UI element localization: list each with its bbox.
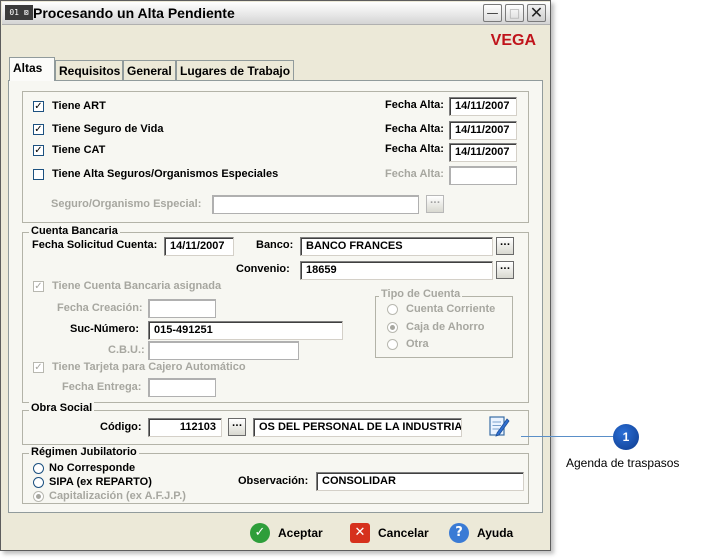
cancelar-button[interactable]: ✕ Cancelar (350, 523, 430, 545)
close-button[interactable]: ✕ (527, 4, 546, 22)
checkbox-tiene-art[interactable]: ✓ (33, 101, 44, 112)
input-fecha-alta-especiales[interactable] (449, 166, 517, 185)
convenio-browse-button[interactable]: ... (496, 261, 514, 279)
label-cuenta-asignada: Tiene Cuenta Bancaria asignada (52, 280, 222, 292)
screen: { "window": { "icon_label": "01 ⊠", "tit… (0, 0, 709, 559)
cancel-x-icon: ✕ (350, 523, 370, 543)
tab-lugares-de-trabajo[interactable]: Lugares de Trabajo (176, 60, 294, 80)
label-caja-ahorro: Caja de Ahorro (406, 321, 485, 333)
tab-altas[interactable]: Altas (9, 57, 55, 81)
cancelar-label: Cancelar (378, 526, 429, 540)
input-fecha-solicitud[interactable]: 14/11/2007 (164, 237, 234, 256)
input-seguro-organismo[interactable] (212, 195, 419, 214)
app-icon: 01 ⊠ (5, 5, 33, 20)
callout-leader-line (521, 436, 613, 437)
label-fecha-creacion: Fecha Creación: (57, 302, 143, 314)
checkbox-tarjeta-cajero[interactable]: ✓ (33, 362, 44, 373)
input-fecha-alta-art[interactable]: 14/11/2007 (449, 97, 517, 116)
tab-requisitos[interactable]: Requisitos (55, 60, 123, 80)
label-fecha-alta-cat: Fecha Alta: (385, 143, 444, 155)
input-convenio[interactable]: 18659 (300, 261, 493, 280)
label-otra: Otra (406, 338, 429, 350)
label-tarjeta-cajero: Tiene Tarjeta para Cajero Automático (52, 361, 246, 373)
notepad-edit-icon[interactable] (488, 414, 510, 438)
cuenta-bancaria-title: Cuenta Bancaria (29, 225, 120, 237)
input-banco[interactable]: BANCO FRANCES (300, 237, 493, 256)
label-tiene-seguro-vida: Tiene Seguro de Vida (52, 123, 164, 135)
window-title: Procesando un Alta Pendiente (33, 5, 235, 21)
ayuda-label: Ayuda (477, 526, 514, 540)
input-obra-social-nombre[interactable]: OS DEL PERSONAL DE LA INDUSTRIA (253, 418, 462, 437)
aceptar-button[interactable]: ✓ Aceptar (250, 523, 330, 545)
callout-caption: Agenda de traspasos (566, 456, 680, 470)
radio-sipa[interactable] (33, 477, 44, 488)
radio-cuenta-corriente[interactable] (387, 304, 398, 315)
label-observacion: Observación: (238, 475, 309, 487)
radio-capitalizacion[interactable] (33, 491, 44, 502)
radio-caja-ahorro[interactable] (387, 322, 398, 333)
title-bar: 01 ⊠ Procesando un Alta Pendiente — □ ✕ (2, 2, 550, 25)
label-fecha-solicitud: Fecha Solicitud Cuenta: (32, 239, 158, 251)
input-suc-numero[interactable]: 015-491251 (148, 321, 343, 340)
banco-browse-button[interactable]: ... (496, 237, 514, 255)
label-cuenta-corriente: Cuenta Corriente (406, 303, 496, 315)
label-fecha-entrega: Fecha Entrega: (62, 381, 142, 393)
obra-social-title: Obra Social (29, 402, 95, 414)
label-tiene-art: Tiene ART (52, 100, 106, 112)
codigo-browse-button[interactable]: ... (228, 418, 246, 436)
checkbox-tiene-alta-seguros-especiales[interactable] (33, 169, 44, 180)
input-cbu[interactable] (148, 341, 299, 360)
label-banco: Banco: (256, 239, 294, 251)
label-convenio: Convenio: (236, 263, 290, 275)
help-icon: ? (449, 523, 469, 543)
input-observacion[interactable]: CONSOLIDAR (316, 472, 524, 491)
label-codigo: Código: (100, 421, 142, 433)
tab-panel-altas: ✓ Tiene ART Fecha Alta: 14/11/2007 ✓ Tie… (8, 80, 543, 513)
label-cbu: C.B.U.: (108, 344, 145, 356)
input-fecha-entrega[interactable] (148, 378, 216, 397)
checkbox-tiene-seguro-vida[interactable]: ✓ (33, 124, 44, 135)
input-fecha-alta-cat[interactable]: 14/11/2007 (449, 143, 517, 162)
check-icon: ✓ (250, 523, 270, 543)
dialog-window: 01 ⊠ Procesando un Alta Pendiente — □ ✕ … (0, 0, 551, 551)
input-fecha-alta-seguro[interactable]: 14/11/2007 (449, 121, 517, 140)
input-codigo[interactable]: 112103 (148, 418, 222, 437)
label-suc-numero: Suc-Número: (70, 323, 140, 335)
radio-otra[interactable] (387, 339, 398, 350)
label-fecha-alta-art: Fecha Alta: (385, 99, 444, 111)
checkbox-cuenta-asignada[interactable]: ✓ (33, 281, 44, 292)
callout-number-badge: 1 (613, 424, 639, 450)
ayuda-button[interactable]: ? Ayuda (449, 523, 519, 545)
label-no-corresponde: No Corresponde (49, 462, 136, 474)
maximize-button[interactable]: □ (505, 4, 524, 22)
aceptar-label: Aceptar (278, 526, 323, 540)
checkbox-tiene-cat[interactable]: ✓ (33, 145, 44, 156)
label-capitalizacion: Capitalización (ex A.F.J.P.) (49, 490, 186, 502)
input-fecha-creacion[interactable] (148, 299, 216, 318)
brand-logo-text: VEGA (490, 32, 536, 49)
radio-no-corresponde[interactable] (33, 463, 44, 474)
label-sipa: SIPA (ex REPARTO) (49, 476, 152, 488)
seguro-organismo-browse-button[interactable]: ... (426, 195, 444, 213)
label-tiene-alta-seguros-especiales: Tiene Alta Seguros/Organismos Especiales (52, 168, 279, 180)
tab-general[interactable]: General (123, 60, 176, 80)
label-seguro-organismo: Seguro/Organismo Especial: (51, 198, 202, 210)
label-tiene-cat: Tiene CAT (52, 144, 106, 156)
tipo-cuenta-title: Tipo de Cuenta (379, 288, 463, 300)
minimize-button[interactable]: — (483, 4, 502, 22)
label-fecha-alta-especiales: Fecha Alta: (385, 168, 444, 180)
label-fecha-alta-seguro: Fecha Alta: (385, 123, 444, 135)
regimen-jubilatorio-title: Régimen Jubilatorio (29, 446, 139, 458)
